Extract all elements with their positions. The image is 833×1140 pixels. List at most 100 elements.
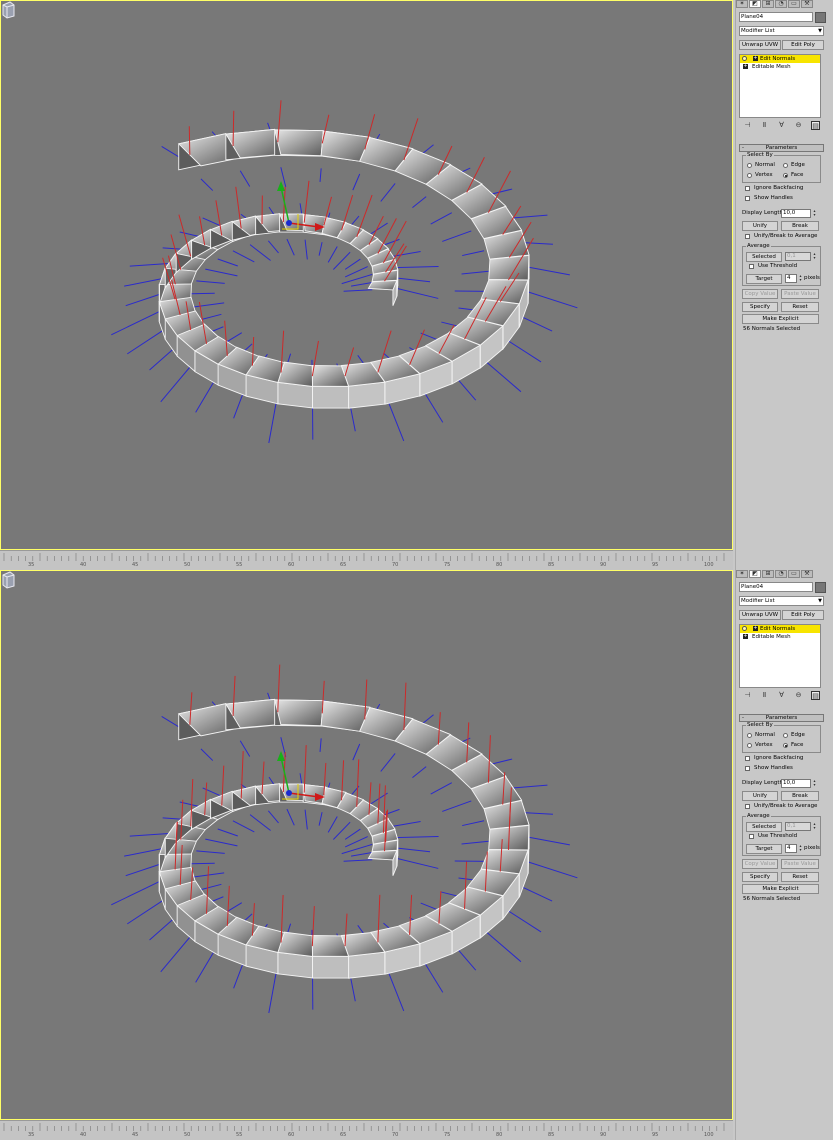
- display-tab-icon[interactable]: ▭: [788, 570, 800, 578]
- viewport-perspective[interactable]: [0, 0, 733, 550]
- display-length-spinner[interactable]: 10,0: [781, 209, 811, 218]
- unwrap-uvw-button[interactable]: Unwrap UVW: [739, 40, 781, 50]
- motion-tab-icon[interactable]: ◔: [775, 0, 787, 8]
- paste-value-button[interactable]: Paste Value: [781, 859, 819, 869]
- modify-tab-icon[interactable]: ◩: [749, 0, 761, 8]
- utilities-tab-icon[interactable]: ⚒: [801, 0, 813, 8]
- display-length-label: Display Length:: [742, 210, 785, 216]
- modifier-list-dropdown[interactable]: Modifier List ▼: [739, 26, 824, 36]
- copy-value-button[interactable]: Copy Value: [742, 289, 778, 299]
- average-threshold-spinner[interactable]: 0,1: [785, 252, 811, 261]
- face-radio[interactable]: Face: [783, 172, 803, 179]
- viewport-perspective[interactable]: [0, 570, 733, 1120]
- ruler-tick-label: 40: [80, 562, 87, 568]
- unify-button[interactable]: Unify: [742, 221, 778, 231]
- modify-tab-icon[interactable]: ◩: [749, 570, 761, 578]
- edit-poly-button[interactable]: Edit Poly: [782, 40, 824, 50]
- remove-modifier-icon[interactable]: ⊖: [794, 691, 803, 700]
- average-target-button[interactable]: Target: [746, 844, 782, 854]
- normal-radio[interactable]: Normal: [747, 162, 775, 169]
- modifier-list-dropdown[interactable]: Modifier List ▼: [739, 596, 824, 606]
- reset-button[interactable]: Reset: [781, 872, 819, 882]
- remove-modifier-icon[interactable]: ⊖: [794, 121, 803, 130]
- target-pixels-spinner[interactable]: 4: [785, 844, 797, 853]
- utilities-tab-icon[interactable]: ⚒: [801, 570, 813, 578]
- viewcube-icon[interactable]: [1, 1, 15, 19]
- spinner-arrows-icon[interactable]: ▴ ▾: [798, 274, 803, 283]
- show-handles-checkbox[interactable]: Show Handles: [745, 765, 793, 772]
- viewcube-icon[interactable]: [1, 571, 15, 589]
- pin-stack-icon[interactable]: ⊣: [743, 691, 752, 700]
- average-selected-button[interactable]: Selected: [746, 822, 782, 832]
- configure-sets-icon[interactable]: ▤: [811, 690, 820, 700]
- show-end-result-icon[interactable]: Ⅱ: [760, 121, 769, 130]
- use-threshold-checkbox[interactable]: Use Threshold: [749, 833, 797, 840]
- unify-button[interactable]: Unify: [742, 791, 778, 801]
- copy-value-button[interactable]: Copy Value: [742, 859, 778, 869]
- use-threshold-checkbox[interactable]: Use Threshold: [749, 263, 797, 270]
- create-tab-icon[interactable]: ✶: [736, 0, 748, 8]
- light-bulb-icon[interactable]: [742, 626, 747, 631]
- object-name-field[interactable]: Plane04: [739, 582, 813, 592]
- stack-item-label: Editable Mesh: [752, 634, 791, 640]
- plus-icon[interactable]: +: [743, 634, 748, 639]
- average-target-button[interactable]: Target: [746, 274, 782, 284]
- paste-value-button[interactable]: Paste Value: [781, 289, 819, 299]
- motion-tab-icon[interactable]: ◔: [775, 570, 787, 578]
- show-end-result-icon[interactable]: Ⅱ: [760, 691, 769, 700]
- parameters-rollout-header[interactable]: - Parameters: [739, 714, 824, 722]
- show-handles-checkbox[interactable]: Show Handles: [745, 195, 793, 202]
- hierarchy-tab-icon[interactable]: ⊞: [762, 570, 774, 578]
- ignore-backfacing-checkbox[interactable]: Ignore Backfacing: [745, 755, 803, 762]
- break-button[interactable]: Break: [781, 221, 819, 231]
- plus-icon[interactable]: +: [743, 64, 748, 69]
- spinner-arrows-icon[interactable]: ▴ ▾: [812, 779, 817, 788]
- make-unique-icon[interactable]: ∀: [777, 121, 786, 130]
- light-bulb-icon[interactable]: [742, 56, 747, 61]
- edit-poly-button[interactable]: Edit Poly: [782, 610, 824, 620]
- ignore-backfacing-checkbox[interactable]: Ignore Backfacing: [745, 185, 803, 192]
- vertex-radio[interactable]: Vertex: [747, 742, 773, 749]
- unify-break-average-checkbox[interactable]: Unify/Break to Average: [745, 233, 817, 240]
- configure-sets-icon[interactable]: ▤: [811, 120, 820, 130]
- pixels-label: pixels: [804, 845, 820, 851]
- stack-item-editable-mesh[interactable]: + Editable Mesh: [740, 63, 820, 71]
- stack-item-edit-normals[interactable]: + Edit Normals: [740, 625, 820, 633]
- face-radio[interactable]: Face: [783, 742, 803, 749]
- unify-break-average-checkbox[interactable]: Unify/Break to Average: [745, 803, 817, 810]
- average-selected-button[interactable]: Selected: [746, 252, 782, 262]
- hierarchy-tab-icon[interactable]: ⊞: [762, 0, 774, 8]
- spinner-arrows-icon[interactable]: ▴ ▾: [798, 844, 803, 853]
- make-explicit-button[interactable]: Make Explicit: [742, 884, 819, 894]
- make-unique-icon[interactable]: ∀: [777, 691, 786, 700]
- specify-button[interactable]: Specify: [742, 872, 778, 882]
- stack-item-editable-mesh[interactable]: + Editable Mesh: [740, 633, 820, 641]
- unwrap-uvw-button[interactable]: Unwrap UVW: [739, 610, 781, 620]
- average-threshold-spinner[interactable]: 0,1: [785, 822, 811, 831]
- target-pixels-spinner[interactable]: 4: [785, 274, 797, 283]
- vertex-radio[interactable]: Vertex: [747, 172, 773, 179]
- stack-item-edit-normals[interactable]: + Edit Normals: [740, 55, 820, 63]
- break-button[interactable]: Break: [781, 791, 819, 801]
- display-tab-icon[interactable]: ▭: [788, 0, 800, 8]
- object-color-swatch[interactable]: [815, 12, 826, 23]
- specify-button[interactable]: Specify: [742, 302, 778, 312]
- create-tab-icon[interactable]: ✶: [736, 570, 748, 578]
- make-explicit-button[interactable]: Make Explicit: [742, 314, 819, 324]
- object-name-field[interactable]: Plane04: [739, 12, 813, 22]
- command-panel-tabs: ✶ ◩ ⊞ ◔ ▭ ⚒: [736, 570, 833, 578]
- timeline-ruler[interactable]: 35 40 45 50 55 60 65 70 75 80 85 90 95 100: [0, 1120, 733, 1140]
- spinner-arrows-icon[interactable]: ▴ ▾: [812, 209, 817, 218]
- spinner-arrows-icon[interactable]: ▴ ▾: [812, 252, 817, 261]
- spinner-arrows-icon[interactable]: ▴ ▾: [812, 822, 817, 831]
- pin-stack-icon[interactable]: ⊣: [743, 121, 752, 130]
- display-length-spinner[interactable]: 10,0: [781, 779, 811, 788]
- timeline-ruler[interactable]: 35 40 45 50 55 60 65 70 75 80 85 90 95 100: [0, 550, 733, 570]
- parameters-rollout-header[interactable]: - Parameters: [739, 144, 824, 152]
- edge-radio[interactable]: Edge: [783, 732, 805, 739]
- normal-radio[interactable]: Normal: [747, 732, 775, 739]
- reset-button[interactable]: Reset: [781, 302, 819, 312]
- edge-radio[interactable]: Edge: [783, 162, 805, 169]
- normal-line-blue: [239, 170, 251, 187]
- object-color-swatch[interactable]: [815, 582, 826, 593]
